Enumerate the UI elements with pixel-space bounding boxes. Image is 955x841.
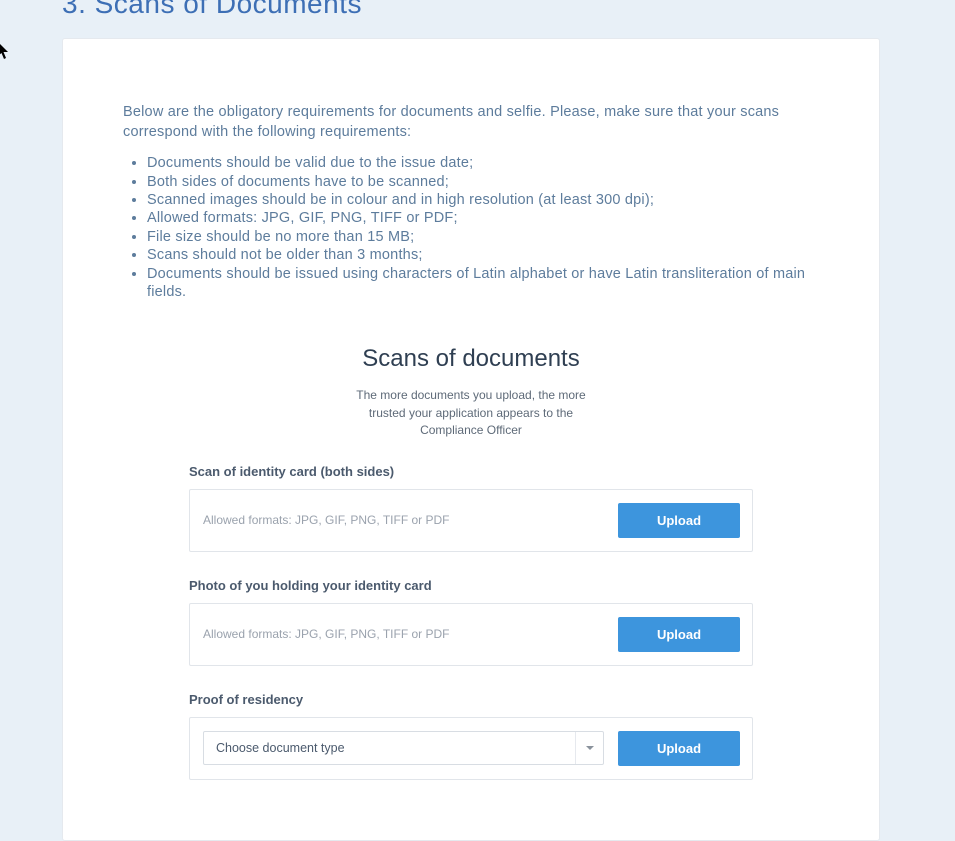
requirement-item: File size should be no more than 15 MB; (147, 228, 819, 246)
requirements-list: Documents should be valid due to the iss… (123, 154, 819, 301)
intro-text: Below are the obligatory requirements fo… (123, 103, 819, 142)
chevron-down-icon (575, 732, 603, 764)
requirement-item: Documents should be valid due to the iss… (147, 154, 819, 172)
residency-row: Choose document type Upload (189, 717, 753, 780)
page-heading: 3. Scans of Documents (62, 0, 362, 20)
selfie-label: Photo of you holding your identity card (189, 578, 753, 593)
identity-card-label: Scan of identity card (both sides) (189, 464, 753, 479)
residency-field: Proof of residency Choose document type … (189, 692, 753, 780)
requirement-item: Both sides of documents have to be scann… (147, 173, 819, 191)
section-title: Scans of documents (123, 345, 819, 373)
residency-upload-button[interactable]: Upload (618, 731, 740, 766)
identity-card-hint: Allowed formats: JPG, GIF, PNG, TIFF or … (203, 513, 450, 527)
identity-card-row: Allowed formats: JPG, GIF, PNG, TIFF or … (189, 489, 753, 552)
document-requirements-card: Below are the obligatory requirements fo… (62, 38, 880, 841)
cursor-icon (0, 42, 10, 65)
requirement-item: Scanned images should be in colour and i… (147, 191, 819, 209)
requirement-item: Scans should not be older than 3 months; (147, 246, 819, 264)
requirement-item: Documents should be issued using charact… (147, 265, 819, 302)
selfie-row: Allowed formats: JPG, GIF, PNG, TIFF or … (189, 603, 753, 666)
selfie-field: Photo of you holding your identity card … (189, 578, 753, 666)
identity-upload-button[interactable]: Upload (618, 503, 740, 538)
requirement-item: Allowed formats: JPG, GIF, PNG, TIFF or … (147, 209, 819, 227)
document-type-select[interactable]: Choose document type (203, 731, 604, 765)
selfie-hint: Allowed formats: JPG, GIF, PNG, TIFF or … (203, 627, 450, 641)
section-description: The more documents you upload, the more … (341, 387, 601, 439)
document-type-placeholder: Choose document type (216, 741, 345, 755)
selfie-upload-button[interactable]: Upload (618, 617, 740, 652)
upload-form: Scan of identity card (both sides) Allow… (189, 464, 753, 780)
identity-card-field: Scan of identity card (both sides) Allow… (189, 464, 753, 552)
residency-label: Proof of residency (189, 692, 753, 707)
